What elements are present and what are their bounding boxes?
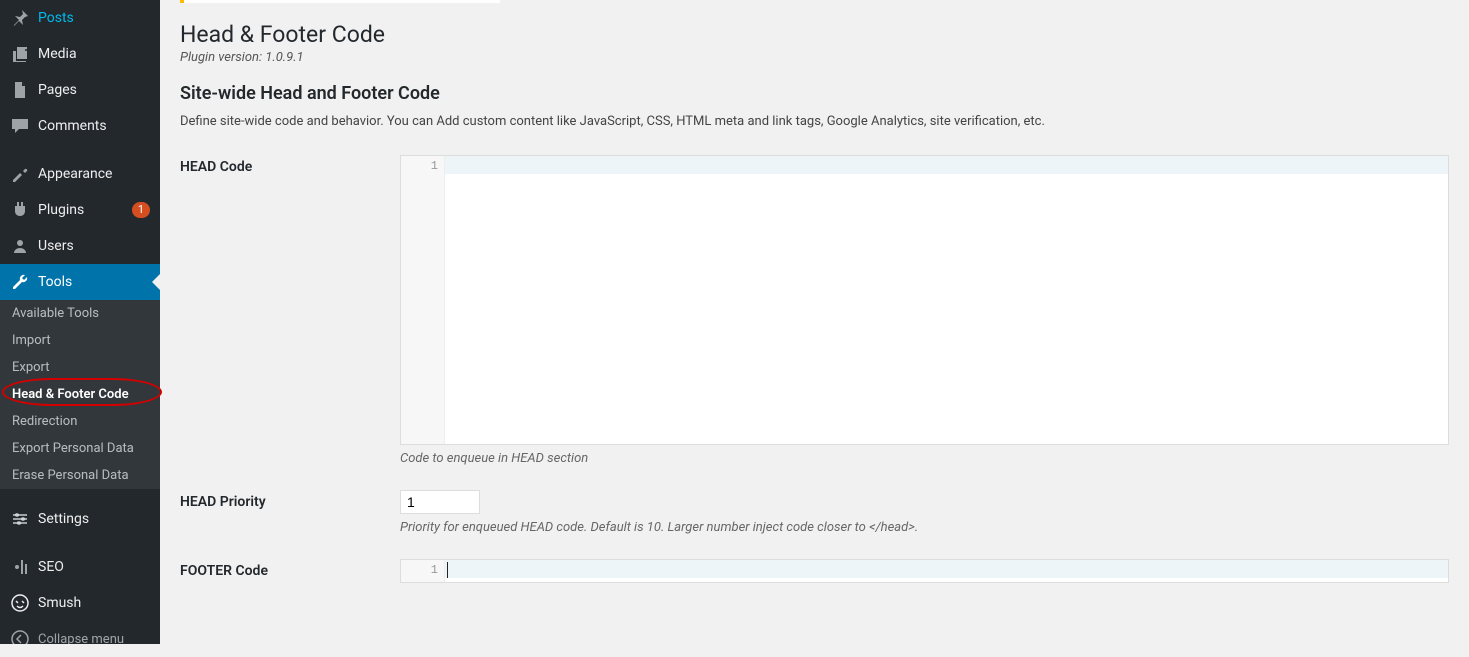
collapse-icon bbox=[10, 629, 30, 649]
sidebar-item-label: SEO bbox=[38, 559, 150, 575]
settings-icon bbox=[10, 509, 30, 529]
page-title: Head & Footer Code bbox=[180, 21, 1449, 48]
main-content: Head & Footer Code Plugin version: 1.0.9… bbox=[160, 0, 1469, 644]
submenu-item-import[interactable]: Import bbox=[0, 327, 160, 354]
admin-sidebar: Posts Media Pages Comments Appearance Plugins… bbox=[0, 0, 160, 644]
sidebar-item-label: Users bbox=[38, 238, 150, 254]
head-code-help: Code to enqueue in HEAD section bbox=[400, 451, 1449, 466]
head-priority-label: HEAD Priority bbox=[180, 490, 400, 510]
head-priority-help: Priority for enqueued HEAD code. Default… bbox=[400, 520, 1449, 535]
submenu-item-available-tools[interactable]: Available Tools bbox=[0, 300, 160, 327]
sidebar-item-posts[interactable]: Posts bbox=[0, 0, 160, 36]
update-badge: 1 bbox=[132, 202, 150, 218]
appearance-icon bbox=[10, 164, 30, 184]
submenu-item-export-personal-data[interactable]: Export Personal Data bbox=[0, 435, 160, 462]
footer-code-label: FOOTER Code bbox=[180, 559, 400, 579]
seo-icon bbox=[10, 557, 30, 577]
submenu-item-erase-personal-data[interactable]: Erase Personal Data bbox=[0, 462, 160, 489]
editor-gutter: 1 bbox=[401, 560, 445, 582]
editor-body[interactable] bbox=[445, 156, 1448, 444]
sidebar-item-label: Smush bbox=[38, 595, 150, 611]
sidebar-item-label: Posts bbox=[38, 10, 150, 26]
editor-gutter: 1 bbox=[401, 156, 445, 444]
head-priority-input[interactable] bbox=[400, 490, 480, 514]
section-title: Site-wide Head and Footer Code bbox=[180, 83, 1449, 104]
sidebar-item-label: Appearance bbox=[38, 166, 150, 182]
collapse-label: Collapse menu bbox=[38, 632, 124, 647]
submenu-item-export[interactable]: Export bbox=[0, 354, 160, 381]
head-code-editor[interactable]: 1 bbox=[400, 155, 1449, 445]
submenu-item-head-footer-code[interactable]: Head & Footer Code bbox=[0, 381, 160, 408]
submenu-item-redirection[interactable]: Redirection bbox=[0, 408, 160, 435]
footer-code-editor[interactable]: 1 bbox=[400, 559, 1449, 583]
sidebar-item-smush[interactable]: Smush bbox=[0, 585, 160, 621]
notice-stub bbox=[180, 0, 500, 3]
sidebar-item-label: Tools bbox=[38, 274, 150, 290]
sidebar-item-label: Settings bbox=[38, 511, 150, 527]
pages-icon bbox=[10, 80, 30, 100]
pin-icon bbox=[10, 8, 30, 28]
sidebar-item-media[interactable]: Media bbox=[0, 36, 160, 72]
sidebar-item-label: Media bbox=[38, 46, 150, 62]
editor-body[interactable] bbox=[445, 560, 1448, 582]
sidebar-item-seo[interactable]: SEO bbox=[0, 549, 160, 585]
sidebar-item-label: Comments bbox=[38, 118, 150, 134]
sidebar-item-plugins[interactable]: Plugins 1 bbox=[0, 192, 160, 228]
collapse-menu[interactable]: Collapse menu bbox=[0, 621, 160, 657]
smush-icon bbox=[10, 593, 30, 613]
sidebar-item-pages[interactable]: Pages bbox=[0, 72, 160, 108]
users-icon bbox=[10, 236, 30, 256]
sidebar-item-tools[interactable]: Tools bbox=[0, 264, 160, 300]
section-description: Define site-wide code and behavior. You … bbox=[180, 114, 1449, 129]
plugin-version: Plugin version: 1.0.9.1 bbox=[180, 50, 1449, 65]
sidebar-item-label: Plugins bbox=[38, 202, 124, 218]
plugin-icon bbox=[10, 200, 30, 220]
comment-icon bbox=[10, 116, 30, 136]
sidebar-item-comments[interactable]: Comments bbox=[0, 108, 160, 144]
sidebar-item-label: Pages bbox=[38, 82, 150, 98]
sidebar-item-appearance[interactable]: Appearance bbox=[0, 156, 160, 192]
media-icon bbox=[10, 44, 30, 64]
sidebar-item-users[interactable]: Users bbox=[0, 228, 160, 264]
head-code-label: HEAD Code bbox=[180, 155, 400, 175]
tools-icon bbox=[10, 272, 30, 292]
sidebar-item-settings[interactable]: Settings bbox=[0, 501, 160, 537]
